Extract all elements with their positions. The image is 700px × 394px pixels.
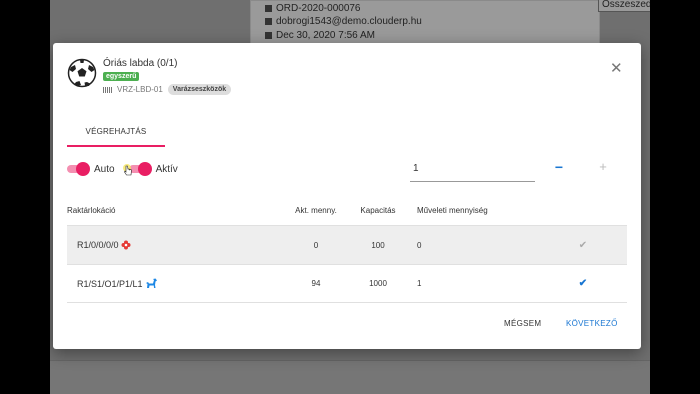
increment-button[interactable]: + [596,160,610,174]
decrement-button[interactable]: − [552,160,566,174]
capacity-cell: 100 [371,240,385,250]
next-button[interactable]: KÖVETKEZŐ [566,319,618,328]
table-header: Raktárlokáció Akt. menny. Kapacitás Műve… [67,195,627,225]
background-status-select: Összeszed [598,0,650,12]
sku-row: VRZ-LBD-01 Varázseszközök [103,84,232,95]
background-email: dobrogi1543@demo.clouderp.hu [265,16,422,27]
check-icon[interactable]: ✔ [539,240,627,251]
cancel-button[interactable]: MÉGSEM [504,319,541,328]
calendar-icon [265,32,272,39]
current-qty-cell: 0 [313,240,319,250]
date-text: Dec 30, 2020 7:56 AM [276,30,375,41]
operation-qty-cell: 0 [417,240,422,250]
execution-dialog: Óriás labda (0/1) egyszerű VRZ-LBD-01 Va… [53,43,641,349]
operation-qty-cell: 1 [417,279,422,288]
blue-horse-icon [145,278,157,288]
tab-execution[interactable]: VÉGREHAJTÁS [67,117,165,147]
header-operation-qty: Műveleti mennyiség [417,205,488,215]
red-flower-icon [121,240,131,250]
auto-toggle[interactable] [67,162,90,176]
location-cell: R1/0/0/0/0 [67,240,285,250]
soccer-ball-icon [67,58,97,88]
product-name: Óriás labda (0/1) [103,58,178,69]
dialog-header: Óriás labda (0/1) egyszerű VRZ-LBD-01 Va… [67,58,232,95]
background-date: Dec 30, 2020 7:56 AM [265,30,375,41]
background-footer [50,360,650,394]
toggle-row: Auto Aktív [67,162,178,176]
toggle-knob [137,162,152,176]
email-icon [265,18,272,25]
barcode-icon [103,86,112,93]
check-icon[interactable]: ✔ [539,278,627,289]
background-order-number: ORD-2020-000076 [265,3,361,14]
table-row[interactable]: R1/0/0/0/0 0 100 0 ✔ [67,225,627,264]
location-code: R1/S1/O1/P1/L1 [77,278,143,289]
current-qty-cell: 94 [311,279,321,288]
header-capacity: Kapacitás [360,205,396,215]
active-toggle[interactable] [122,162,152,176]
toggle-knob [76,162,90,176]
active-toggle-label: Aktív [155,163,178,175]
table-row[interactable]: R1/S1/O1/P1/L1 94 1000 1 ✔ [67,264,627,303]
order-icon [265,5,272,12]
header-location: Raktárlokáció [67,205,116,215]
header-current-qty: Akt. menny. [295,205,337,215]
quantity-input[interactable]: 1 [410,158,535,182]
product-info: Óriás labda (0/1) egyszerű VRZ-LBD-01 Va… [103,58,232,95]
close-icon[interactable]: ✕ [610,59,623,77]
location-cell: R1/S1/O1/P1/L1 [67,278,285,289]
order-number-text: ORD-2020-000076 [276,3,361,14]
auto-toggle-label: Auto [94,163,115,175]
background-order-card: ORD-2020-000076 dobrogi1543@demo.clouder… [250,0,600,44]
hand-cursor-icon [122,164,132,176]
location-code: R1/0/0/0/0 [77,240,119,250]
product-type-badge: egyszerű [103,72,140,81]
category-badge: Varázseszközök [167,84,232,95]
product-sku: VRZ-LBD-01 [117,85,163,94]
email-text: dobrogi1543@demo.clouderp.hu [276,16,422,27]
location-table: Raktárlokáció Akt. menny. Kapacitás Műve… [67,195,627,303]
capacity-cell: 1000 [369,279,387,288]
